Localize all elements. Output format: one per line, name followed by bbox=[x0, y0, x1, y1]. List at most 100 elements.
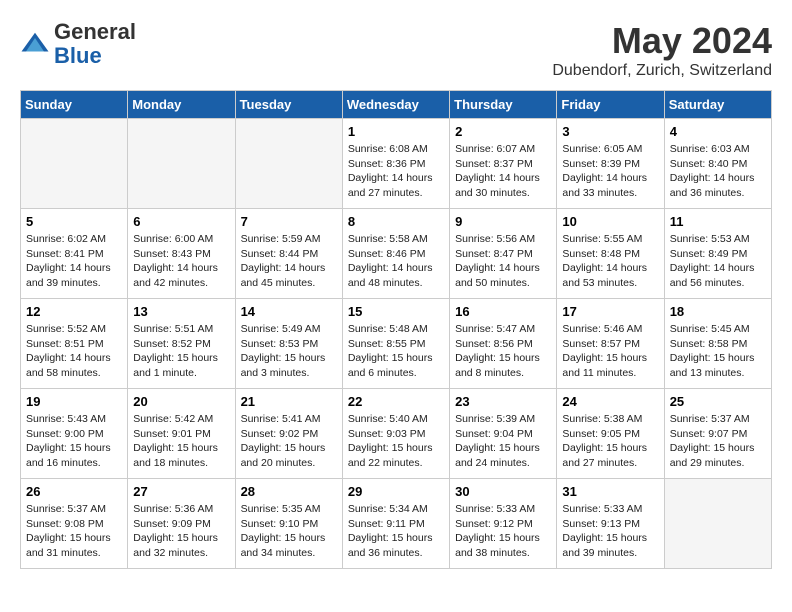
logo-blue: Blue bbox=[54, 43, 102, 68]
weekday-header-thursday: Thursday bbox=[450, 91, 557, 119]
cell-info: Sunrise: 5:45 AM Sunset: 8:58 PM Dayligh… bbox=[670, 322, 766, 381]
calendar-cell: 21 Sunrise: 5:41 AM Sunset: 9:02 PM Dayli… bbox=[235, 389, 342, 479]
day-number: 27 bbox=[133, 484, 229, 499]
day-number: 25 bbox=[670, 394, 766, 409]
weekday-header-row: SundayMondayTuesdayWednesdayThursdayFrid… bbox=[21, 91, 772, 119]
cell-info: Sunrise: 5:43 AM Sunset: 9:00 PM Dayligh… bbox=[26, 412, 122, 471]
weekday-header-saturday: Saturday bbox=[664, 91, 771, 119]
day-number: 21 bbox=[241, 394, 337, 409]
day-number: 14 bbox=[241, 304, 337, 319]
cell-info: Sunrise: 6:07 AM Sunset: 8:37 PM Dayligh… bbox=[455, 142, 551, 201]
day-number: 1 bbox=[348, 124, 444, 139]
day-number: 9 bbox=[455, 214, 551, 229]
day-number: 23 bbox=[455, 394, 551, 409]
day-number: 3 bbox=[562, 124, 658, 139]
calendar-cell: 3 Sunrise: 6:05 AM Sunset: 8:39 PM Daylig… bbox=[557, 119, 664, 209]
cell-info: Sunrise: 5:52 AM Sunset: 8:51 PM Dayligh… bbox=[26, 322, 122, 381]
month-title: May 2024 bbox=[552, 20, 772, 62]
cell-info: Sunrise: 5:59 AM Sunset: 8:44 PM Dayligh… bbox=[241, 232, 337, 291]
day-number: 5 bbox=[26, 214, 122, 229]
day-number: 11 bbox=[670, 214, 766, 229]
calendar-cell bbox=[21, 119, 128, 209]
cell-info: Sunrise: 6:08 AM Sunset: 8:36 PM Dayligh… bbox=[348, 142, 444, 201]
calendar-cell: 8 Sunrise: 5:58 AM Sunset: 8:46 PM Daylig… bbox=[342, 209, 449, 299]
weekday-header-monday: Monday bbox=[128, 91, 235, 119]
calendar-cell: 9 Sunrise: 5:56 AM Sunset: 8:47 PM Daylig… bbox=[450, 209, 557, 299]
cell-info: Sunrise: 6:05 AM Sunset: 8:39 PM Dayligh… bbox=[562, 142, 658, 201]
cell-info: Sunrise: 5:42 AM Sunset: 9:01 PM Dayligh… bbox=[133, 412, 229, 471]
logo: General Blue bbox=[20, 20, 136, 68]
day-number: 30 bbox=[455, 484, 551, 499]
calendar-week-4: 19Sunrise: 5:43 AM Sunset: 9:00 PM Dayli… bbox=[21, 389, 772, 479]
cell-info: Sunrise: 5:37 AM Sunset: 9:08 PM Dayligh… bbox=[26, 502, 122, 561]
cell-info: Sunrise: 5:41 AM Sunset: 9:02 PM Dayligh… bbox=[241, 412, 337, 471]
cell-info: Sunrise: 5:53 AM Sunset: 8:49 PM Dayligh… bbox=[670, 232, 766, 291]
day-number: 12 bbox=[26, 304, 122, 319]
calendar-cell: 23 Sunrise: 5:39 AM Sunset: 9:04 PM Dayli… bbox=[450, 389, 557, 479]
day-number: 2 bbox=[455, 124, 551, 139]
title-block: May 2024 Dubendorf, Zurich, Switzerland bbox=[552, 20, 772, 80]
day-number: 15 bbox=[348, 304, 444, 319]
weekday-header-tuesday: Tuesday bbox=[235, 91, 342, 119]
logo-icon bbox=[20, 29, 50, 59]
cell-info: Sunrise: 5:40 AM Sunset: 9:03 PM Dayligh… bbox=[348, 412, 444, 471]
cell-info: Sunrise: 5:46 AM Sunset: 8:57 PM Dayligh… bbox=[562, 322, 658, 381]
cell-info: Sunrise: 5:47 AM Sunset: 8:56 PM Dayligh… bbox=[455, 322, 551, 381]
weekday-header-sunday: Sunday bbox=[21, 91, 128, 119]
calendar-cell: 19Sunrise: 5:43 AM Sunset: 9:00 PM Dayli… bbox=[21, 389, 128, 479]
calendar-cell: 7 Sunrise: 5:59 AM Sunset: 8:44 PM Daylig… bbox=[235, 209, 342, 299]
calendar-week-2: 5 Sunrise: 6:02 AM Sunset: 8:41 PM Daylig… bbox=[21, 209, 772, 299]
day-number: 16 bbox=[455, 304, 551, 319]
weekday-header-wednesday: Wednesday bbox=[342, 91, 449, 119]
cell-info: Sunrise: 5:37 AM Sunset: 9:07 PM Dayligh… bbox=[670, 412, 766, 471]
calendar-cell: 29 Sunrise: 5:34 AM Sunset: 9:11 PM Dayli… bbox=[342, 479, 449, 569]
calendar-cell: 12 Sunrise: 5:52 AM Sunset: 8:51 PM Dayli… bbox=[21, 299, 128, 389]
calendar-cell: 18Sunrise: 5:45 AM Sunset: 8:58 PM Dayli… bbox=[664, 299, 771, 389]
calendar-cell: 2 Sunrise: 6:07 AM Sunset: 8:37 PM Daylig… bbox=[450, 119, 557, 209]
day-number: 26 bbox=[26, 484, 122, 499]
day-number: 6 bbox=[133, 214, 229, 229]
calendar-cell: 10 Sunrise: 5:55 AM Sunset: 8:48 PM Dayli… bbox=[557, 209, 664, 299]
cell-info: Sunrise: 6:02 AM Sunset: 8:41 PM Dayligh… bbox=[26, 232, 122, 291]
cell-info: Sunrise: 5:56 AM Sunset: 8:47 PM Dayligh… bbox=[455, 232, 551, 291]
calendar-cell: 25 Sunrise: 5:37 AM Sunset: 9:07 PM Dayli… bbox=[664, 389, 771, 479]
calendar-cell: 4Sunrise: 6:03 AM Sunset: 8:40 PM Daylig… bbox=[664, 119, 771, 209]
calendar-table: SundayMondayTuesdayWednesdayThursdayFrid… bbox=[20, 90, 772, 569]
cell-info: Sunrise: 5:48 AM Sunset: 8:55 PM Dayligh… bbox=[348, 322, 444, 381]
cell-info: Sunrise: 5:35 AM Sunset: 9:10 PM Dayligh… bbox=[241, 502, 337, 561]
calendar-cell: 27 Sunrise: 5:36 AM Sunset: 9:09 PM Dayli… bbox=[128, 479, 235, 569]
cell-info: Sunrise: 5:38 AM Sunset: 9:05 PM Dayligh… bbox=[562, 412, 658, 471]
day-number: 4 bbox=[670, 124, 766, 139]
calendar-cell: 22 Sunrise: 5:40 AM Sunset: 9:03 PM Dayli… bbox=[342, 389, 449, 479]
day-number: 28 bbox=[241, 484, 337, 499]
cell-info: Sunrise: 5:39 AM Sunset: 9:04 PM Dayligh… bbox=[455, 412, 551, 471]
calendar-cell: 6 Sunrise: 6:00 AM Sunset: 8:43 PM Daylig… bbox=[128, 209, 235, 299]
cell-info: Sunrise: 5:36 AM Sunset: 9:09 PM Dayligh… bbox=[133, 502, 229, 561]
weekday-header-friday: Friday bbox=[557, 91, 664, 119]
calendar-week-1: 1 Sunrise: 6:08 AM Sunset: 8:36 PM Daylig… bbox=[21, 119, 772, 209]
cell-info: Sunrise: 5:55 AM Sunset: 8:48 PM Dayligh… bbox=[562, 232, 658, 291]
calendar-cell: 30Sunrise: 5:33 AM Sunset: 9:12 PM Dayli… bbox=[450, 479, 557, 569]
calendar-cell: 26 Sunrise: 5:37 AM Sunset: 9:08 PM Dayli… bbox=[21, 479, 128, 569]
calendar-cell bbox=[664, 479, 771, 569]
day-number: 20 bbox=[133, 394, 229, 409]
calendar-cell: 31Sunrise: 5:33 AM Sunset: 9:13 PM Dayli… bbox=[557, 479, 664, 569]
day-number: 8 bbox=[348, 214, 444, 229]
day-number: 13 bbox=[133, 304, 229, 319]
cell-info: Sunrise: 5:33 AM Sunset: 9:13 PM Dayligh… bbox=[562, 502, 658, 561]
calendar-cell: 16 Sunrise: 5:47 AM Sunset: 8:56 PM Dayli… bbox=[450, 299, 557, 389]
cell-info: Sunrise: 6:00 AM Sunset: 8:43 PM Dayligh… bbox=[133, 232, 229, 291]
calendar-cell: 17Sunrise: 5:46 AM Sunset: 8:57 PM Dayli… bbox=[557, 299, 664, 389]
calendar-cell: 5 Sunrise: 6:02 AM Sunset: 8:41 PM Daylig… bbox=[21, 209, 128, 299]
cell-info: Sunrise: 5:51 AM Sunset: 8:52 PM Dayligh… bbox=[133, 322, 229, 381]
day-number: 7 bbox=[241, 214, 337, 229]
page-header: General Blue May 2024 Dubendorf, Zurich,… bbox=[20, 20, 772, 80]
day-number: 24 bbox=[562, 394, 658, 409]
calendar-cell: 24 Sunrise: 5:38 AM Sunset: 9:05 PM Dayli… bbox=[557, 389, 664, 479]
calendar-cell: 13 Sunrise: 5:51 AM Sunset: 8:52 PM Dayli… bbox=[128, 299, 235, 389]
cell-info: Sunrise: 5:58 AM Sunset: 8:46 PM Dayligh… bbox=[348, 232, 444, 291]
day-number: 10 bbox=[562, 214, 658, 229]
day-number: 22 bbox=[348, 394, 444, 409]
cell-info: Sunrise: 5:34 AM Sunset: 9:11 PM Dayligh… bbox=[348, 502, 444, 561]
day-number: 29 bbox=[348, 484, 444, 499]
